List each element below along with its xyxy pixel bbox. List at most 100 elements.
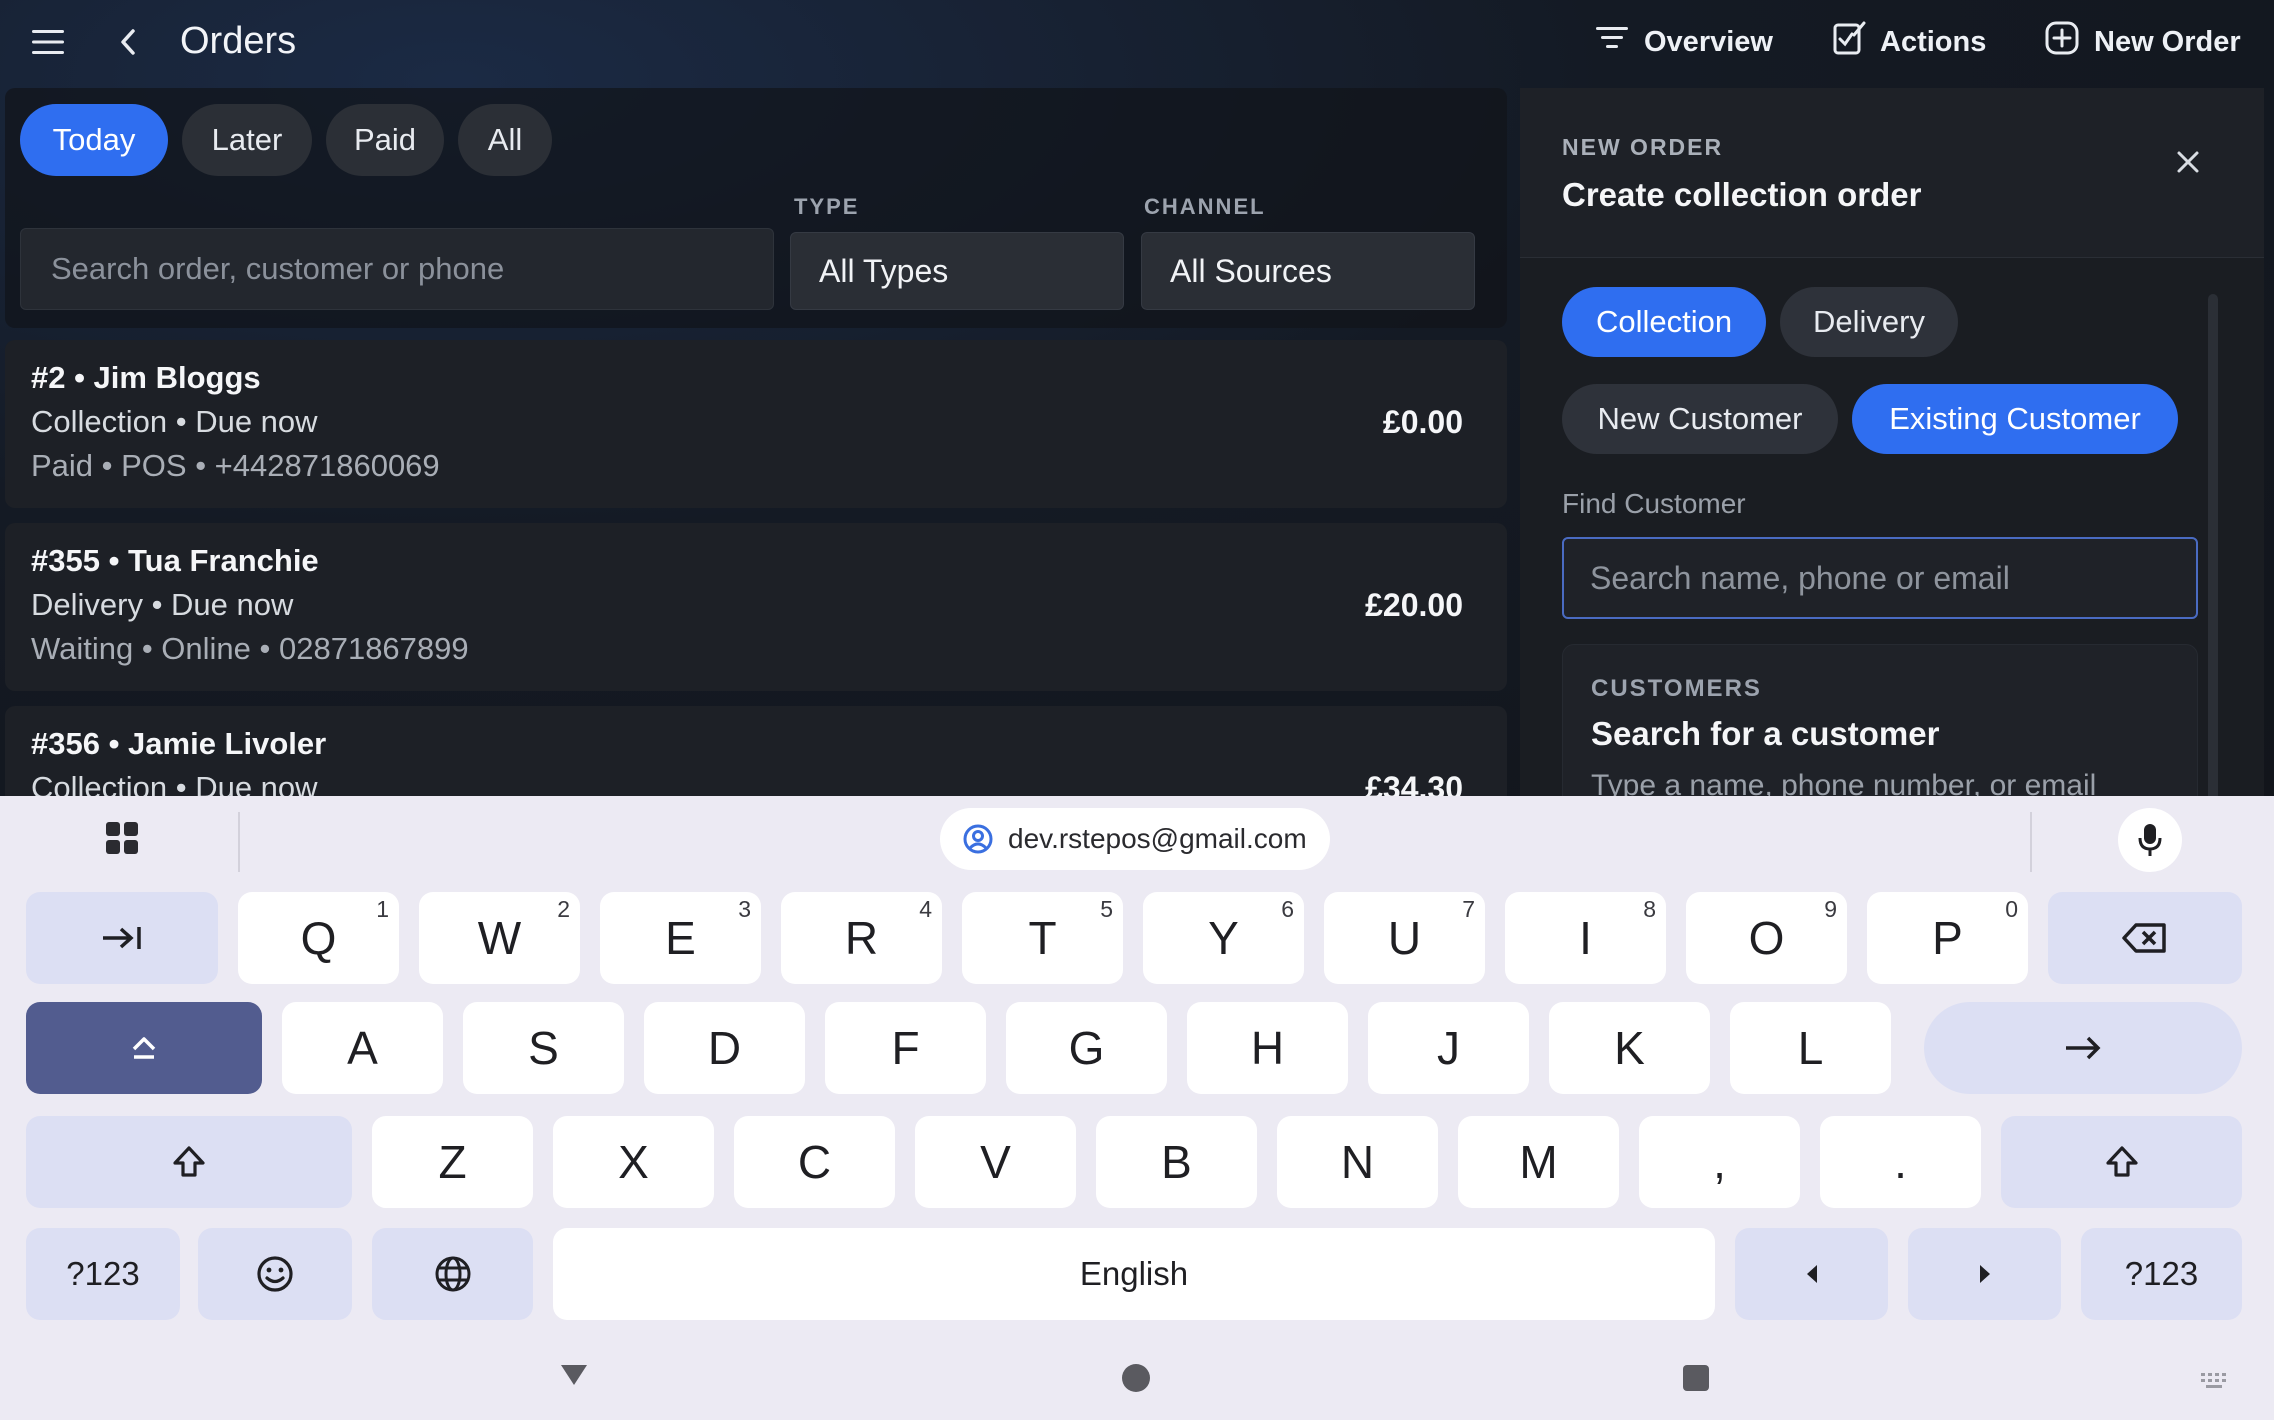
enter-key[interactable] <box>1924 1002 2242 1094</box>
order-type-collection[interactable]: Collection <box>1562 287 1766 357</box>
microphone-icon[interactable] <box>2118 808 2182 872</box>
shift-icon <box>173 1146 205 1177</box>
key-u[interactable]: U7 <box>1324 892 1485 984</box>
new-order-button[interactable]: New Order <box>2044 18 2241 66</box>
email-suggestion[interactable]: dev.rstepos@gmail.com <box>940 808 1330 870</box>
key-g[interactable]: G <box>1006 1002 1167 1094</box>
back-arrow-icon[interactable] <box>108 22 148 62</box>
order-search-input[interactable]: Search order, customer or phone <box>20 228 774 310</box>
backspace-icon <box>2122 923 2166 953</box>
chip-all[interactable]: All <box>458 104 552 176</box>
order-row[interactable]: #356 • Jamie Livoler Collection • Due no… <box>5 706 1507 796</box>
order-row[interactable]: #2 • Jim Bloggs Collection • Due now Pai… <box>5 340 1507 508</box>
cursor-left-key[interactable] <box>1735 1228 1888 1320</box>
key-comma[interactable]: , <box>1639 1116 1800 1208</box>
key-m[interactable]: M <box>1458 1116 1619 1208</box>
apps-grid-icon[interactable] <box>98 814 146 862</box>
order-row[interactable]: #355 • Tua Franchie Delivery • Due now W… <box>5 523 1507 691</box>
cursor-right-key[interactable] <box>1908 1228 2061 1320</box>
chip-paid[interactable]: Paid <box>326 104 444 176</box>
order-title: #356 • Jamie Livoler <box>31 726 327 761</box>
key-period[interactable]: . <box>1820 1116 1981 1208</box>
tab-icon <box>103 927 141 949</box>
account-circle-icon <box>962 823 994 862</box>
key-i[interactable]: I8 <box>1505 892 1666 984</box>
key-s[interactable]: S <box>463 1002 624 1094</box>
key-p[interactable]: P0 <box>1867 892 2028 984</box>
space-key[interactable]: English <box>553 1228 1715 1320</box>
toolbar-divider <box>238 812 240 872</box>
customer-search-placeholder: Search name, phone or email <box>1590 559 2010 596</box>
symbols-key-left[interactable]: ?123 <box>26 1228 180 1320</box>
key-b[interactable]: B <box>1096 1116 1257 1208</box>
caret-left-icon <box>1806 1265 1817 1283</box>
key-c[interactable]: C <box>734 1116 895 1208</box>
key-q[interactable]: Q1 <box>238 892 399 984</box>
nav-recents-icon[interactable] <box>1682 1364 1710 1397</box>
shift-left-key[interactable] <box>26 1116 352 1208</box>
actions-label: Actions <box>1880 25 1987 58</box>
key-z[interactable]: Z <box>372 1116 533 1208</box>
filter-list-icon <box>1594 22 1630 62</box>
menu-icon[interactable] <box>28 22 68 62</box>
new-order-title: Create collection order <box>1562 176 1922 213</box>
shift-right-key[interactable] <box>2001 1116 2242 1208</box>
key-e[interactable]: E3 <box>600 892 761 984</box>
new-order-kicker: NEW ORDER <box>1562 134 1724 160</box>
key-n[interactable]: N <box>1277 1116 1438 1208</box>
panel-scrollbar[interactable] <box>2208 294 2218 796</box>
nav-home-icon[interactable] <box>1120 1362 1152 1399</box>
chip-today[interactable]: Today <box>20 104 168 176</box>
order-title: #355 • Tua Franchie <box>31 543 319 578</box>
key-r[interactable]: R4 <box>781 892 942 984</box>
order-type-due: Collection • Due now <box>31 770 318 796</box>
key-y[interactable]: Y6 <box>1143 892 1304 984</box>
key-l[interactable]: L <box>1730 1002 1891 1094</box>
type-select[interactable]: All Types <box>790 232 1124 310</box>
close-icon[interactable] <box>2160 134 2216 190</box>
key-t[interactable]: T5 <box>962 892 1123 984</box>
backspace-key[interactable] <box>2048 892 2242 984</box>
customer-mode-existing[interactable]: Existing Customer <box>1852 384 2178 454</box>
edit-checklist-icon <box>1832 20 1866 64</box>
customers-title: Search for a customer <box>1591 715 1940 752</box>
key-h[interactable]: H <box>1187 1002 1348 1094</box>
order-type-delivery[interactable]: Delivery <box>1780 287 1958 357</box>
customer-search-input[interactable]: Search name, phone or email <box>1562 537 2198 619</box>
add-circle-icon <box>2044 20 2080 64</box>
nav-back-icon[interactable] <box>558 1362 590 1393</box>
tab-key[interactable] <box>26 892 218 984</box>
keyboard-switch-icon[interactable] <box>2200 1372 2230 1395</box>
order-amount: £34.30 <box>1365 770 1463 796</box>
globe-icon <box>435 1256 470 1292</box>
key-a[interactable]: A <box>282 1002 443 1094</box>
emoji-key[interactable] <box>198 1228 352 1320</box>
toolbar-divider <box>2030 812 2032 872</box>
order-amount: £0.00 <box>1382 404 1463 440</box>
language-key[interactable] <box>372 1228 533 1320</box>
key-w[interactable]: W2 <box>419 892 580 984</box>
customer-mode-new[interactable]: New Customer <box>1562 384 1838 454</box>
key-x[interactable]: X <box>553 1116 714 1208</box>
symbols-key-right[interactable]: ?123 <box>2081 1228 2242 1320</box>
key-f[interactable]: F <box>825 1002 986 1094</box>
key-j[interactable]: J <box>1368 1002 1529 1094</box>
overview-button[interactable]: Overview <box>1594 18 1773 66</box>
type-label: TYPE <box>794 194 860 219</box>
caret-right-icon <box>1979 1265 1990 1283</box>
key-d[interactable]: D <box>644 1002 805 1094</box>
chip-later[interactable]: Later <box>182 104 312 176</box>
order-search-placeholder: Search order, customer or phone <box>51 251 505 286</box>
key-v[interactable]: V <box>915 1116 1076 1208</box>
orders-app: Orders Overview Actions New Order Today … <box>0 0 2274 796</box>
suggestion-text: dev.rstepos@gmail.com <box>1008 823 1307 854</box>
caps-lock-key[interactable] <box>26 1002 262 1094</box>
top-bar: Orders Overview Actions New Order <box>0 0 2274 84</box>
actions-button[interactable]: Actions <box>1832 18 1986 66</box>
customers-kicker: CUSTOMERS <box>1591 675 1762 702</box>
channel-select[interactable]: All Sources <box>1141 232 1475 310</box>
new-order-panel: NEW ORDER Create collection order Collec… <box>1520 88 2264 796</box>
order-amount: £20.00 <box>1365 587 1463 623</box>
key-o[interactable]: O9 <box>1686 892 1847 984</box>
key-k[interactable]: K <box>1549 1002 1710 1094</box>
